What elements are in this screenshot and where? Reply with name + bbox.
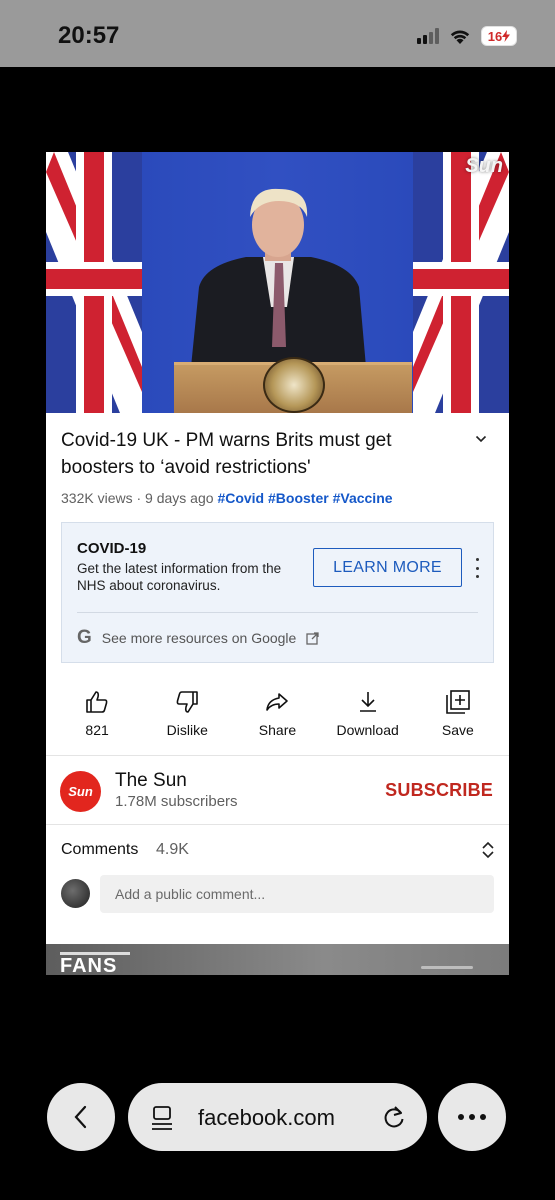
share-button[interactable]: Share — [234, 689, 320, 738]
hashtag-covid[interactable]: #Covid — [217, 490, 264, 506]
browser-toolbar: facebook.com — [0, 1083, 555, 1153]
google-g-icon: G — [77, 627, 92, 648]
charging-bolt-icon — [502, 30, 511, 42]
video-watermark: Sun — [465, 155, 503, 177]
action-bar: 821 Dislike Share Download Save — [46, 689, 509, 738]
download-button[interactable]: Download — [325, 689, 411, 738]
panel-divider — [77, 612, 478, 613]
video-player[interactable]: Sun — [46, 152, 509, 413]
reload-icon[interactable] — [381, 1104, 407, 1130]
next-video-thumbnail[interactable]: FANS — [46, 944, 509, 975]
comments-count: 4.9K — [156, 841, 189, 858]
like-button[interactable]: 821 — [54, 689, 140, 738]
status-bar: 20:57 16 — [0, 0, 555, 67]
like-count: 821 — [85, 722, 109, 738]
address-bar[interactable]: facebook.com — [128, 1083, 427, 1151]
url-text: facebook.com — [198, 1105, 335, 1130]
comment-input[interactable] — [100, 875, 494, 913]
subscribe-button[interactable]: SUBSCRIBE — [385, 780, 493, 801]
wifi-icon — [450, 29, 470, 44]
battery-level: 16 — [487, 28, 503, 44]
speaker-figure — [191, 188, 366, 367]
info-panel-title: COVID-19 — [77, 540, 147, 557]
channel-row: Sun The Sun 1.78M subscribers SUBSCRIBE — [46, 756, 509, 824]
covid-info-panel: COVID-19 Get the latest information from… — [61, 522, 494, 663]
save-button[interactable]: Save — [415, 689, 501, 738]
hashtag-vaccine[interactable]: #Vaccine — [333, 490, 393, 506]
comment-compose-row — [46, 873, 509, 927]
user-avatar — [61, 879, 90, 908]
cellular-signal-icon — [417, 28, 439, 44]
dislike-button[interactable]: Dislike — [144, 689, 230, 738]
add-to-playlist-icon — [446, 690, 470, 714]
home-indicator — [421, 966, 473, 969]
info-panel-body: Get the latest information from the NHS … — [77, 561, 282, 593]
more-options-icon[interactable] — [469, 558, 485, 578]
union-flag-right — [413, 152, 509, 413]
page-menu-icon[interactable] — [150, 1105, 174, 1131]
learn-more-button[interactable]: LEARN MORE — [313, 548, 462, 587]
thumbs-down-icon — [176, 691, 199, 713]
ellipsis-icon — [458, 1114, 486, 1120]
union-flag-left — [46, 152, 142, 413]
channel-avatar[interactable]: Sun — [60, 771, 101, 812]
next-video-text: FANS — [60, 955, 118, 975]
battery-indicator: 16 — [481, 26, 517, 46]
thumbs-up-icon — [86, 691, 108, 713]
chevron-left-icon — [74, 1105, 87, 1129]
status-icons: 16 — [417, 26, 517, 46]
comments-label: Comments — [61, 841, 139, 858]
video-title[interactable]: Covid-19 UK - PM warns Brits must get bo… — [61, 427, 451, 481]
expand-collapse-icon[interactable] — [481, 840, 495, 860]
share-arrow-icon — [266, 693, 289, 711]
comments-header[interactable]: Comments 4.9K — [46, 825, 509, 873]
channel-name[interactable]: The Sun — [115, 770, 187, 792]
youtube-video-card: Sun Covid-19 UK - PM warns Brits must ge… — [46, 152, 509, 975]
dislike-label: Dislike — [166, 722, 208, 738]
view-count: 332K views — [61, 490, 133, 506]
chevron-down-icon[interactable] — [475, 433, 487, 445]
video-meta: 332K views · 9 days ago #Covid #Booster … — [61, 490, 393, 506]
video-info: Covid-19 UK - PM warns Brits must get bo… — [46, 413, 509, 506]
share-label: Share — [258, 722, 297, 738]
subscriber-count: 1.78M subscribers — [115, 793, 238, 810]
google-resources-link[interactable]: G See more resources on Google — [77, 627, 319, 649]
more-button[interactable] — [438, 1083, 506, 1151]
royal-crest-icon — [263, 357, 325, 413]
save-label: Save — [441, 722, 474, 738]
back-button[interactable] — [47, 1083, 115, 1151]
download-label: Download — [336, 722, 399, 738]
google-link-label: See more resources on Google — [101, 630, 297, 646]
external-link-icon — [306, 631, 319, 645]
download-icon — [359, 692, 376, 712]
hashtag-booster[interactable]: #Booster — [268, 490, 329, 506]
status-time: 20:57 — [58, 22, 120, 49]
upload-age: 9 days ago — [145, 490, 214, 506]
